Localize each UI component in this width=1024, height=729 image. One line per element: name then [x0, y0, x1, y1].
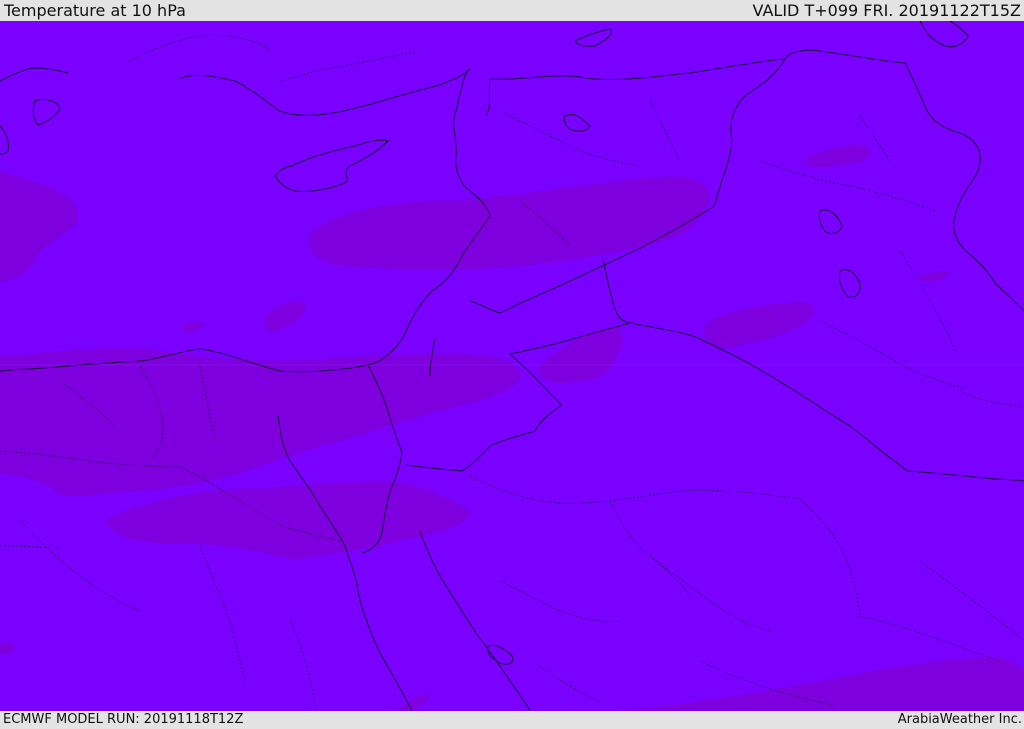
footer-bar: ECMWF MODEL RUN: 20191118T12Z ArabiaWeat…: [0, 711, 1024, 729]
temperature-map: [0, 21, 1024, 711]
map-title: Temperature at 10 hPa: [4, 1, 186, 20]
valid-time-label: VALID T+099 FRI. 20191122T15Z: [752, 1, 1021, 20]
map-panel[interactable]: [0, 21, 1024, 711]
model-run-label: ECMWF MODEL RUN: 20191118T12Z: [3, 712, 244, 727]
header-bar: Temperature at 10 hPa VALID T+099 FRI. 2…: [0, 0, 1024, 21]
credit-label: ArabiaWeather Inc.: [897, 712, 1022, 727]
